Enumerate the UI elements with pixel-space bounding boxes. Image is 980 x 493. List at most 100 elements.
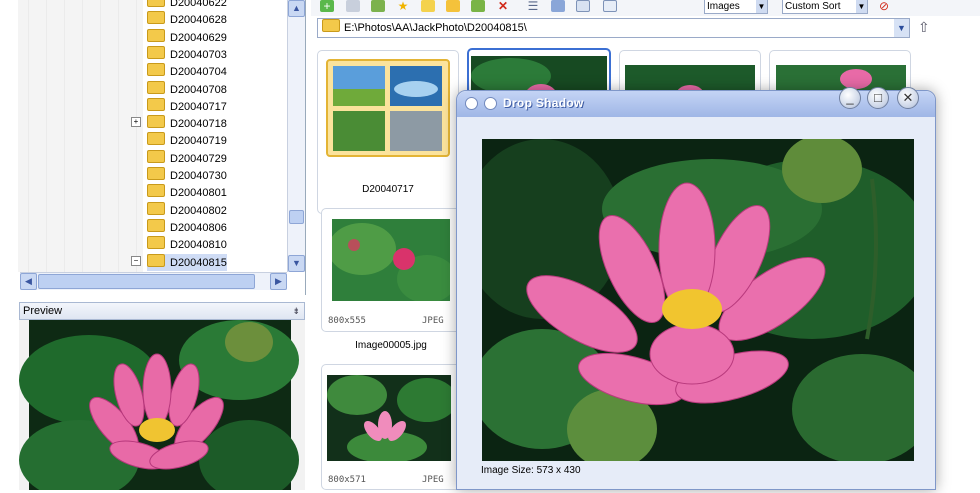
tree-folder-item[interactable]: D20040806 — [147, 218, 227, 236]
preview-label: Preview — [23, 305, 63, 317]
folder-icon — [147, 80, 165, 94]
folder-thumbnail — [326, 59, 450, 157]
export-icon[interactable] — [471, 0, 485, 12]
collapse-icon[interactable]: − — [131, 256, 141, 266]
preview-image-area — [19, 320, 305, 493]
edit-icon[interactable] — [371, 0, 385, 12]
view-select-value: Images — [707, 1, 740, 12]
thumbnail-caption: D20040717 — [362, 184, 414, 195]
tree-folder-label: D20040801 — [170, 187, 227, 200]
info-icon[interactable] — [603, 0, 617, 12]
tree-folder-item[interactable]: D20040717 — [147, 97, 227, 115]
folder-icon — [147, 149, 165, 163]
folder-icon — [147, 97, 165, 111]
tree-folder-label: D20040717 — [170, 100, 227, 113]
tree-folder-label: D20040704 — [170, 66, 227, 79]
tree-horizontal-scrollbar[interactable]: ◀ ▶ — [20, 272, 287, 290]
tree-folder-item[interactable]: D20040718 — [147, 115, 227, 132]
folder-icon — [147, 253, 165, 267]
list-view-icon[interactable]: ☰ — [526, 0, 540, 12]
folder-icon — [322, 19, 340, 32]
close-button[interactable]: ✕ — [897, 87, 919, 109]
folder-icon — [147, 132, 165, 146]
window-menu-icon[interactable] — [465, 97, 478, 110]
drop-shadow-dialog: Drop Shadow _ □ ✕ Image Size: 573 x 430 — [456, 87, 936, 490]
toolbar: + ★ ✕ ☰ Images ▼ Custom Sort ▼ ⊘ — [311, 0, 980, 16]
tree-folder-item[interactable]: D20040810 — [147, 236, 227, 253]
tree-folder-item[interactable]: D20040801 — [147, 184, 227, 201]
tree-folder-item[interactable]: D20040815 — [147, 253, 227, 271]
delete-icon[interactable]: ✕ — [496, 0, 510, 12]
thumbnail-caption: Image00005.jpg — [355, 340, 427, 351]
image-size-label: Image Size: 573 x 430 — [481, 465, 581, 476]
dialog-title: Drop Shadow — [503, 96, 584, 110]
tree-folder-item[interactable]: D20040629 — [147, 28, 227, 46]
scroll-up-icon[interactable]: ▲ — [288, 0, 305, 17]
dialog-title-bar[interactable]: Drop Shadow — [457, 91, 935, 117]
address-path: E:\Photos\AA\JackPhoto\D20040815\ — [344, 22, 527, 34]
tree-folder-item[interactable]: D20040622 — [147, 0, 227, 11]
tree-folder-item[interactable]: D20040628 — [147, 11, 227, 28]
restore-button[interactable]: □ — [867, 87, 889, 109]
preview-header: Preview ⇟ — [19, 302, 305, 320]
folder-tree-panel: D20040622 D20040628 D20040629 D20040703 D200… — [0, 0, 306, 295]
calendar-icon[interactable] — [576, 0, 590, 12]
lotus-full-image — [482, 139, 914, 461]
grid-view-icon[interactable] — [551, 0, 565, 12]
address-bar[interactable]: E:\Photos\AA\JackPhoto\D20040815\ ▼ — [317, 18, 910, 38]
folder-icon — [147, 11, 165, 25]
pin-icon[interactable] — [484, 97, 497, 110]
tree-folder-item[interactable]: D20040802 — [147, 201, 227, 219]
thumbnail-card[interactable]: 800x555 JPEG — [321, 208, 461, 332]
tree-folder-item[interactable]: D20040704 — [147, 63, 227, 80]
pin-icon[interactable]: ⇟ — [292, 303, 300, 319]
tree-folder-item[interactable]: D20040708 — [147, 80, 227, 98]
image-format: JPEG — [422, 316, 444, 326]
thumbnail-card[interactable]: 800x571 JPEG — [321, 364, 461, 490]
scroll-thumb[interactable] — [289, 210, 304, 224]
folder-icon — [147, 115, 165, 129]
tree-folder-label: D20040629 — [170, 31, 227, 44]
tree-folder-label: D20040806 — [170, 221, 227, 234]
folder-icon — [147, 167, 165, 180]
sort-select-value: Custom Sort — [785, 1, 841, 12]
tree-folder-label: D20040729 — [170, 152, 227, 165]
tree-folder-item[interactable]: D20040703 — [147, 45, 227, 63]
pencil-icon[interactable] — [446, 0, 460, 12]
folder-preview-collage — [333, 66, 442, 151]
folder-icon — [147, 236, 165, 250]
scroll-right-icon[interactable]: ▶ — [270, 273, 287, 290]
scroll-down-icon[interactable]: ▼ — [288, 255, 305, 272]
folder-icon — [147, 218, 165, 232]
tree-vertical-scrollbar[interactable]: ▲ ▼ — [287, 0, 305, 272]
tree-indent-guides — [18, 0, 143, 272]
chevron-down-icon[interactable]: ▼ — [894, 19, 909, 37]
tree-folder-label: D20040708 — [170, 83, 227, 96]
minimize-button[interactable]: _ — [839, 87, 861, 109]
go-up-icon[interactable]: ⇧ — [918, 19, 930, 36]
note-icon[interactable] — [421, 0, 435, 12]
star-icon[interactable]: ★ — [396, 0, 410, 12]
image-dimensions: 800x555 — [328, 316, 366, 326]
tree-folder-label: D20040815 — [170, 256, 227, 269]
tree-folder-item[interactable]: D20040719 — [147, 132, 227, 149]
folder-icon — [147, 45, 165, 59]
minimize-icon: _ — [846, 90, 854, 105]
remove-icon[interactable] — [346, 0, 360, 12]
folder-icon — [147, 28, 165, 42]
expand-icon[interactable]: + — [131, 117, 141, 127]
tree-folder-label: D20040719 — [170, 135, 227, 148]
tree-folder-label: D20040802 — [170, 204, 227, 217]
folder-icon — [147, 201, 165, 215]
sort-select[interactable]: Custom Sort ▼ — [782, 0, 868, 14]
view-select[interactable]: Images ▼ — [704, 0, 768, 14]
tree-folder-item[interactable]: D20040730 — [147, 167, 227, 184]
folder-icon — [147, 184, 165, 198]
add-icon[interactable]: + — [320, 0, 334, 12]
tree-folder-item[interactable]: D20040729 — [147, 149, 227, 167]
scroll-thumb[interactable] — [38, 274, 255, 289]
stop-icon[interactable]: ⊘ — [877, 0, 891, 12]
image-thumbnail — [332, 219, 450, 301]
scroll-left-icon[interactable]: ◀ — [20, 273, 37, 290]
lotus-preview-image — [19, 320, 299, 493]
